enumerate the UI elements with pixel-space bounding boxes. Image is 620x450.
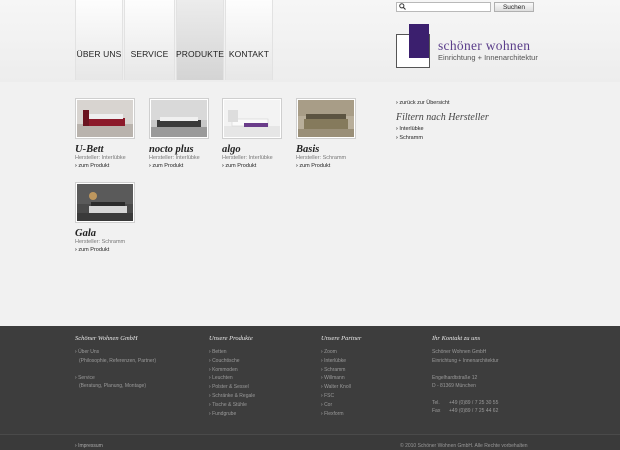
product-maker: Hersteller: Interlübke: [75, 155, 126, 161]
footer-heading: Ihr Kontakt zu uns: [432, 335, 481, 342]
contact-company-sub: Einrichtung + Innenarchitektur: [432, 357, 499, 364]
product-link[interactable]: zum Produkt: [149, 163, 219, 169]
search-field[interactable]: [396, 2, 491, 19]
footer-link-service[interactable]: Service: [75, 374, 156, 383]
product-name: nocto plus: [149, 144, 194, 155]
contact-street: Engelhardtstraße 12: [432, 374, 478, 381]
footer-link[interactable]: Polster & Sessel: [209, 383, 255, 392]
footer-link[interactable]: Kommoden: [209, 366, 255, 375]
footer-link[interactable]: Fundgrube: [209, 410, 255, 419]
nav-item-kontakt[interactable]: KONTAKT: [225, 0, 273, 80]
filter-sidebar: zurück zur Übersicht Filtern nach Herste…: [396, 100, 596, 141]
product-name: Gala: [75, 228, 96, 239]
product-name: Basis: [296, 144, 320, 155]
nav-item-produkte[interactable]: PRODUKTE: [176, 0, 224, 80]
product-image[interactable]: [75, 182, 135, 223]
header: ÜBER UNS SERVICE PRODUKTE KONTAKT Suchen…: [0, 0, 620, 82]
nav-item-service[interactable]: SERVICE: [124, 0, 175, 80]
product-image[interactable]: [149, 98, 209, 139]
back-link[interactable]: zurück zur Übersicht: [396, 100, 596, 106]
contact-company: Schöner Wohnen GmbH: [432, 349, 487, 355]
product-image[interactable]: [296, 98, 356, 139]
footer-link[interactable]: Willmann: [321, 374, 361, 383]
footer-link[interactable]: Leuchten: [209, 374, 255, 383]
bed-image: [77, 184, 133, 221]
fax-label: Fax: [432, 408, 441, 415]
footer-note: (Beratung, Planung, Montage): [79, 383, 146, 390]
footer-link[interactable]: Flexform: [321, 410, 361, 419]
filter-title: Filtern nach Hersteller: [396, 112, 489, 123]
footer-heading: Unsere Produkte: [209, 335, 253, 342]
copyright: © 2010 Schöner Wohnen GmbH. Alle Rechte …: [400, 443, 528, 449]
nav-item-ueber-uns[interactable]: ÜBER UNS: [75, 0, 123, 80]
contact-tel: Tel. +49 (0)89 / 7 25 30 55: [432, 399, 499, 407]
bed-image: [151, 100, 207, 137]
product-maker: Hersteller: Interlübke: [149, 155, 200, 161]
footer-link[interactable]: Tische & Stühle: [209, 401, 255, 410]
tel-value: +49 (0)89 / 7 25 30 55: [449, 400, 499, 407]
search-icon: [399, 3, 406, 10]
footer-col-contact: Ihr Kontakt zu uns Schöner Wohnen GmbH E…: [432, 335, 499, 415]
product-card: Gala Hersteller: Schramm zum Produkt: [75, 182, 145, 253]
product-card: algo Hersteller: Interlübke zum Produkt: [222, 98, 292, 169]
tel-label: Tel.: [432, 400, 440, 407]
footer-link[interactable]: Schränke & Regale: [209, 392, 255, 401]
product-maker: Hersteller: Interlübke: [222, 155, 273, 161]
impressum-link[interactable]: Impressum: [75, 443, 103, 449]
product-card: Basis Hersteller: Schramm zum Produkt: [296, 98, 366, 169]
logo-subtitle: Einrichtung + Innenarchitektur: [438, 53, 538, 62]
product-link[interactable]: zum Produkt: [222, 163, 292, 169]
product-link[interactable]: zum Produkt: [296, 163, 366, 169]
footer-link[interactable]: Cor: [321, 401, 361, 410]
footer-col-products: Unsere Produkte Betten Couchtische Kommo…: [209, 335, 255, 418]
filter-interluebke[interactable]: Interlübke: [396, 126, 596, 132]
product-maker: Hersteller: Schramm: [75, 239, 126, 245]
footer-heading: Schöner Wohnen GmbH: [75, 335, 138, 342]
logo[interactable]: schöner wohnen Einrichtung + Innenarchit…: [396, 24, 546, 68]
footer-link[interactable]: Schramm: [321, 366, 361, 375]
search-button[interactable]: Suchen: [494, 2, 534, 12]
bed-image: [224, 100, 280, 137]
logo-bar: [409, 24, 429, 58]
product-maker: Hersteller: Schramm: [296, 155, 347, 161]
product-card: nocto plus Hersteller: Interlübke zum Pr…: [149, 98, 219, 169]
search-input[interactable]: [408, 11, 488, 19]
logo-name: schöner wohnen: [438, 38, 531, 53]
contact-fax: Fax +49 (0)89 / 7 25 44 62: [432, 407, 499, 415]
product-name: algo: [222, 144, 241, 155]
footer: Schöner Wohnen GmbH Über Uns (Philosophi…: [0, 326, 620, 450]
search-bar: Suchen: [396, 2, 534, 19]
contact-city: D - 81369 München: [432, 383, 476, 390]
product-image[interactable]: [222, 98, 282, 139]
product-name: U-Bett: [75, 144, 104, 155]
filter-schramm[interactable]: Schramm: [396, 135, 596, 141]
bottom-bar: Impressum © 2010 Schöner Wohnen GmbH. Al…: [0, 434, 620, 450]
footer-link[interactable]: FSC: [321, 392, 361, 401]
fax-value: +49 (0)89 / 7 25 44 62: [449, 408, 499, 415]
product-image[interactable]: [75, 98, 135, 139]
footer-link-ueber-uns[interactable]: Über Uns: [75, 348, 156, 357]
product-card: U-Bett Hersteller: Interlübke zum Produk…: [75, 98, 145, 169]
bed-image: [77, 100, 133, 137]
footer-link[interactable]: Interlübke: [321, 357, 361, 366]
product-link[interactable]: zum Produkt: [75, 247, 145, 253]
footer-note: (Philosophie, Referenzen, Partner): [79, 357, 156, 364]
footer-link[interactable]: Betten: [209, 348, 255, 357]
product-link[interactable]: zum Produkt: [75, 163, 145, 169]
footer-col-partners: Unsere Partner Zoom Interlübke Schramm W…: [321, 335, 361, 418]
footer-link[interactable]: Zoom: [321, 348, 361, 357]
bed-image: [298, 100, 354, 137]
footer-heading: Unsere Partner: [321, 335, 362, 342]
footer-link[interactable]: Couchtische: [209, 357, 255, 366]
footer-col-company: Schöner Wohnen GmbH Über Uns (Philosophi…: [75, 335, 156, 391]
footer-link[interactable]: Walter Knoll: [321, 383, 361, 392]
main-nav: ÜBER UNS SERVICE PRODUKTE KONTAKT: [75, 0, 274, 80]
